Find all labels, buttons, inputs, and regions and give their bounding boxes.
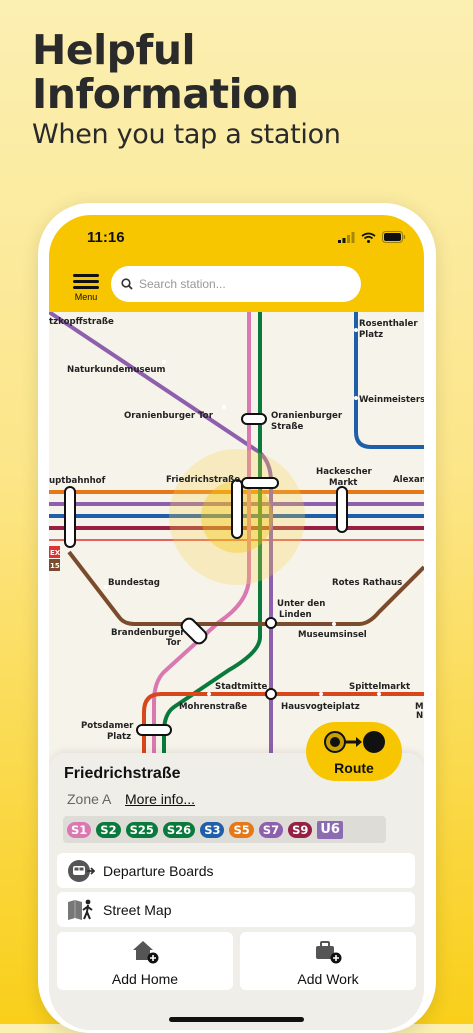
map-label: N [416, 711, 423, 721]
line-badge-s7[interactable]: S7 [258, 821, 284, 838]
station-unter-den-linden[interactable] [265, 617, 277, 629]
map-label: Oranienburger Tor [124, 411, 214, 421]
route-label: Route [334, 760, 374, 776]
station-stadtmitte[interactable] [265, 688, 277, 700]
wifi-icon [361, 232, 376, 243]
add-work-label: Add Work [297, 971, 359, 987]
line-badge-s25[interactable]: S25 [125, 821, 158, 838]
line-badge-s3[interactable]: S3 [200, 821, 225, 838]
map-label: Markt [329, 478, 357, 488]
search-icon [121, 278, 133, 290]
map-label: Rotes Rathaus [332, 578, 402, 588]
street-map-label: Street Map [103, 901, 172, 918]
add-home-label: Add Home [111, 971, 179, 987]
hamburger-icon-bar [73, 286, 99, 289]
map-label: Tor [166, 638, 182, 648]
map-label: Oranienburger [271, 411, 343, 421]
map-label: Platz [359, 330, 383, 340]
route-button[interactable]: Route [306, 722, 402, 781]
station-hackescher-markt[interactable] [336, 486, 348, 533]
hamburger-icon [73, 274, 99, 277]
promo-title: Helpful Information [32, 28, 299, 116]
map-label: Hackescher [316, 467, 373, 477]
map-label: Bundestag [108, 578, 160, 588]
map-label: Potsdamer [81, 721, 134, 731]
map-label: Platz [107, 732, 131, 742]
map-label: Unter den [277, 599, 325, 609]
line-badge-s2[interactable]: S2 [96, 821, 121, 838]
map-label: uptbahnhof [49, 476, 106, 486]
menu-label: Menu [74, 292, 98, 302]
station-friedrichstrasse-top[interactable] [241, 477, 279, 489]
promo-title-line1: Helpful [32, 26, 196, 74]
map-label: Stadtmitte [215, 682, 267, 692]
line-badge-u6[interactable]: U6 [317, 820, 343, 839]
line-badge-s5[interactable]: S5 [229, 821, 254, 838]
hamburger-icon-bar [73, 280, 99, 283]
map-label: Alexan [393, 475, 424, 485]
station-hauptbahnhof[interactable] [64, 486, 76, 548]
map-label: Weinmeisters [359, 395, 424, 405]
station-oranienburger-strasse[interactable] [241, 413, 267, 425]
map-label: Museumsinsel [298, 630, 367, 640]
search-input[interactable]: Search station... [111, 266, 361, 302]
station-friedrichstrasse[interactable] [231, 479, 243, 539]
map-label: Rosenthaler [359, 319, 418, 329]
map-label: tzkopffstraße [49, 317, 114, 327]
street-map-button[interactable]: Street Map [57, 892, 415, 927]
map-label: Mohrenstraße [179, 702, 247, 712]
more-info-link[interactable]: More info... [125, 791, 195, 807]
station-name: Friedrichstraße [64, 765, 181, 782]
work-add-icon [316, 941, 342, 964]
map-label: Spittelmarkt [349, 682, 410, 692]
add-home-button[interactable]: Add Home [57, 932, 233, 990]
app-header: 11:16 Menu Search station... [49, 215, 424, 312]
fex-badge-label: EX [50, 549, 61, 557]
departure-boards-button[interactable]: Departure Boards [57, 853, 415, 888]
line-badge-s26[interactable]: S26 [162, 821, 196, 838]
route-icon [324, 731, 385, 753]
map-label: Friedrichstraße [166, 475, 240, 485]
line-badges: S1 S2 S25 S26 S3 S5 S7 S9 U6 [63, 816, 386, 843]
fare-zone: Zone A [67, 791, 112, 807]
street-map-icon [68, 899, 93, 920]
departure-board-icon [68, 859, 95, 882]
home-indicator[interactable] [169, 1017, 304, 1022]
battery-icon [382, 231, 406, 243]
map-label: Brandenburger [111, 628, 185, 638]
menu-button[interactable]: Menu [71, 271, 101, 302]
re5-badge-label: 15 [50, 562, 60, 570]
signal-icon [338, 231, 355, 243]
station-potsdamer-platz[interactable] [136, 724, 172, 736]
promo-title-line2: Information [32, 70, 299, 118]
map-label: Naturkundemuseum [67, 365, 166, 375]
departure-boards-label: Departure Boards [103, 862, 214, 879]
app-screen: 11:16 Menu Search station... tzkopffstra… [49, 215, 424, 1030]
line-badge-s1[interactable]: S1 [67, 821, 92, 838]
map-label: Hausvogteiplatz [281, 702, 360, 712]
add-work-button[interactable]: Add Work [240, 932, 416, 990]
status-time: 11:16 [87, 229, 125, 246]
map-label: Linden [279, 610, 312, 620]
line-badge-s9[interactable]: S9 [288, 821, 313, 838]
transit-map[interactable]: tzkopffstraße Naturkundemuseum Oranienbu… [49, 312, 424, 762]
map-label: Straße [271, 422, 304, 432]
status-icons [338, 231, 406, 243]
home-add-icon [133, 941, 159, 964]
promo-subtitle: When you tap a station [32, 119, 341, 150]
search-placeholder: Search station... [139, 277, 226, 291]
